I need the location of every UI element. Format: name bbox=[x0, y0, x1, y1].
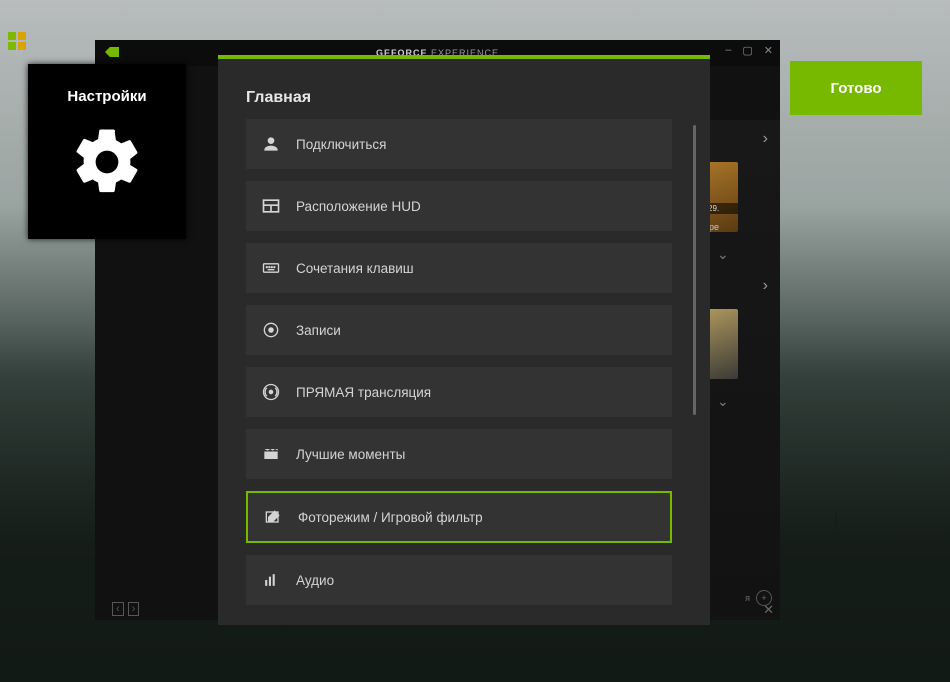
menu-item-connect[interactable]: Подключиться bbox=[246, 119, 672, 169]
menu-item-highlights[interactable]: Лучшие моменты bbox=[246, 429, 672, 479]
menu-item-label: Аудио bbox=[296, 573, 334, 588]
overlay-header: Главная bbox=[218, 59, 710, 119]
settings-card-title: Настройки bbox=[67, 88, 146, 105]
broadcast-icon bbox=[260, 381, 282, 403]
clapper-icon bbox=[260, 443, 282, 465]
edit-photo-icon bbox=[262, 506, 284, 528]
user-icon bbox=[260, 133, 282, 155]
menu-item-label: Расположение HUD bbox=[296, 199, 421, 214]
settings-overlay-panel: Главная Подключиться Расположение HUD bbox=[218, 55, 710, 625]
maximize-icon[interactable]: ▢ bbox=[742, 44, 753, 57]
done-button-label: Готово bbox=[830, 80, 881, 97]
menu-item-shortcuts[interactable]: Сочетания клавиш bbox=[246, 243, 672, 293]
menu-item-label: Лучшие моменты bbox=[296, 447, 405, 462]
pager-prev[interactable]: ‹ bbox=[112, 602, 124, 616]
menu-item-records[interactable]: Записи bbox=[246, 305, 672, 355]
target-icon bbox=[260, 319, 282, 341]
settings-menu-list: Подключиться Расположение HUD Сочетания … bbox=[246, 119, 672, 625]
scrollbar[interactable] bbox=[693, 125, 696, 415]
taskbar-icon bbox=[8, 32, 26, 50]
gear-icon bbox=[68, 123, 146, 201]
keyboard-icon bbox=[260, 257, 282, 279]
menu-item-photo-mode[interactable]: Фоторежим / Игровой фильтр bbox=[246, 491, 672, 543]
close-icon[interactable]: ✕ bbox=[763, 602, 774, 618]
menu-item-broadcast[interactable]: ПРЯМАЯ трансляция bbox=[246, 367, 672, 417]
minimize-icon[interactable]: – bbox=[725, 44, 732, 57]
menu-item-audio[interactable]: Аудио bbox=[246, 555, 672, 605]
menu-item-label: Фоторежим / Игровой фильтр bbox=[298, 510, 483, 525]
pager: ‹ › bbox=[112, 602, 139, 616]
equalizer-icon bbox=[260, 569, 282, 591]
layout-icon bbox=[260, 195, 282, 217]
menu-item-label: Записи bbox=[296, 323, 341, 338]
menu-item-label: ПРЯМАЯ трансляция bbox=[296, 385, 431, 400]
menu-item-label: Подключиться bbox=[296, 137, 386, 152]
close-icon[interactable]: ✕ bbox=[764, 44, 774, 57]
menu-item-hud[interactable]: Расположение HUD bbox=[246, 181, 672, 231]
pager-next[interactable]: › bbox=[128, 602, 140, 616]
nvidia-logo-icon bbox=[105, 47, 119, 57]
done-button[interactable]: Готово bbox=[790, 61, 922, 115]
menu-item-label: Сочетания клавиш bbox=[296, 261, 414, 276]
settings-card[interactable]: Настройки bbox=[28, 64, 186, 239]
